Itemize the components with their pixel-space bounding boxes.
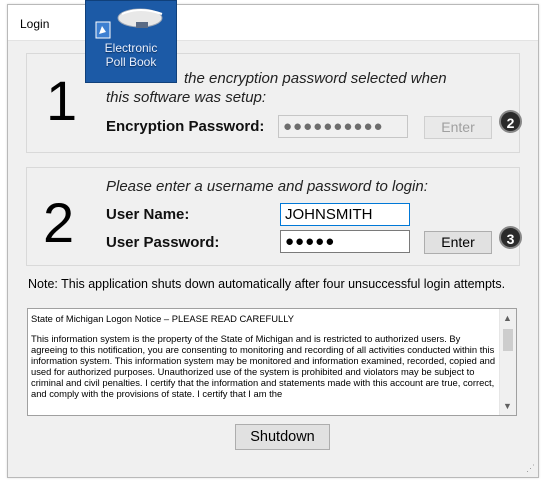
- password-field[interactable]: ●●●●●: [280, 230, 410, 253]
- callout-badge-2: 2: [499, 110, 522, 133]
- login-enter-button[interactable]: Enter: [424, 231, 492, 254]
- shortcut-label: Electronic Poll Book: [86, 41, 176, 69]
- electronic-poll-book-shortcut[interactable]: Electronic Poll Book: [85, 0, 177, 83]
- notice-body: This information system is the property …: [31, 333, 496, 399]
- encryption-enter-button[interactable]: Enter: [424, 116, 492, 139]
- shortcut-label-line1: Electronic: [104, 41, 158, 55]
- notice-heading: State of Michigan Logon Notice – PLEASE …: [31, 313, 294, 324]
- scroll-thumb[interactable]: [503, 329, 513, 351]
- step-1-number: 1: [46, 69, 78, 132]
- shutdown-button[interactable]: Shutdown: [235, 424, 330, 450]
- notice-scrollbar[interactable]: ▲ ▼: [499, 309, 516, 415]
- logon-notice-text: State of Michigan Logon Notice – PLEASE …: [31, 313, 497, 408]
- callout-badge-3: 3: [499, 226, 522, 249]
- step-2-instruction: Please enter a username and password to …: [106, 178, 428, 195]
- step-2-number: 2: [43, 191, 75, 254]
- scroll-down-icon[interactable]: ▼: [503, 401, 512, 411]
- encryption-password-field[interactable]: ●●●●●●●●●●: [278, 115, 408, 138]
- poll-book-icon: [95, 8, 163, 39]
- lockout-note: Note: This application shuts down automa…: [28, 277, 506, 291]
- window-title: Login: [20, 17, 50, 31]
- step-1-instruction-line2: this software was setup:: [106, 89, 267, 106]
- logon-notice-textbox[interactable]: State of Michigan Logon Notice – PLEASE …: [27, 308, 517, 416]
- username-label: User Name:: [106, 206, 190, 223]
- password-label: User Password:: [106, 234, 220, 251]
- step-1-instruction-line1: the encryption password selected when: [184, 70, 447, 87]
- username-field[interactable]: JOHNSMITH: [280, 203, 410, 226]
- encryption-password-label: Encryption Password:: [106, 118, 265, 135]
- scroll-up-icon[interactable]: ▲: [503, 313, 512, 323]
- shortcut-label-line2: Poll Book: [105, 55, 157, 69]
- resize-grip-icon[interactable]: ⋰: [526, 463, 535, 474]
